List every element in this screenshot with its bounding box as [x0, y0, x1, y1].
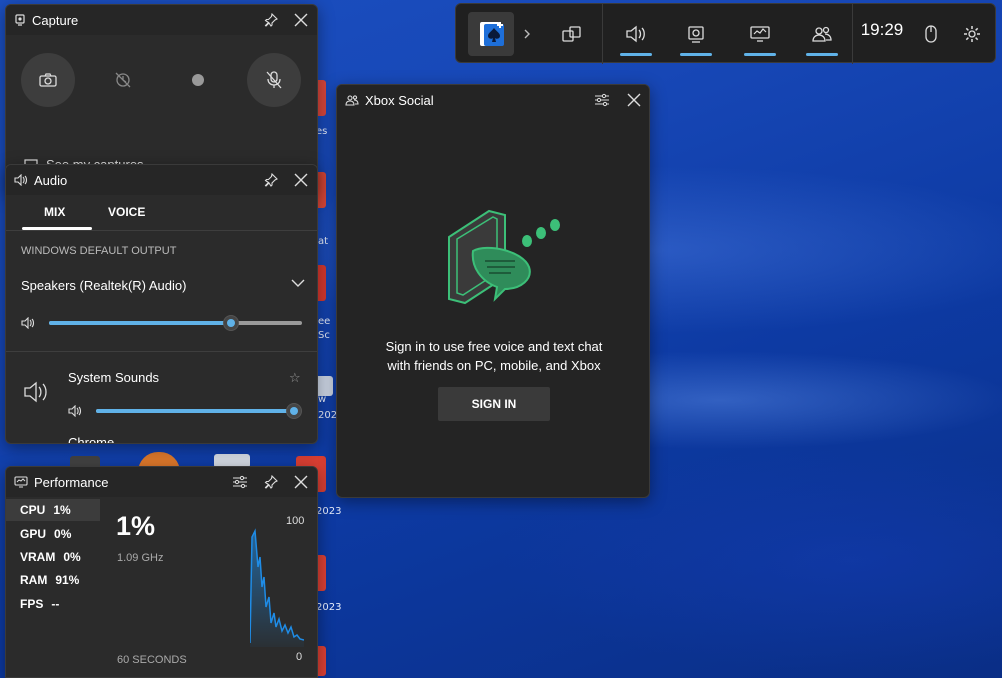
app-name: Chrome	[68, 435, 115, 444]
tab-mix[interactable]: MIX	[44, 205, 65, 219]
speaker-icon	[14, 174, 28, 186]
system-sounds-volume-fill	[96, 409, 294, 413]
capture-icon	[688, 26, 704, 43]
chevron-down-icon	[291, 279, 305, 287]
cpu-usage-big-value: 1%	[116, 511, 156, 541]
cpu-frequency: 1.09 GHz	[117, 552, 164, 564]
pin-icon[interactable]	[262, 11, 280, 29]
performance-widget-button[interactable]	[738, 4, 782, 64]
metric-value: 91%	[55, 573, 80, 587]
sign-in-message: Sign in to use free voice and text chat …	[337, 337, 649, 375]
start-recording-button[interactable]	[171, 53, 225, 107]
metric-row-ram[interactable]: RAM 91%	[6, 569, 100, 591]
app-name: System Sounds	[68, 370, 160, 385]
sign-in-button[interactable]: SIGN IN	[438, 387, 550, 421]
clock: 19:29	[860, 20, 904, 39]
desktop-icon-label: 2023	[316, 602, 342, 613]
close-icon[interactable]	[292, 473, 310, 491]
metric-label: CPU	[20, 503, 46, 517]
game-bar: 19:29	[455, 3, 996, 64]
screenshot-button[interactable]	[21, 53, 75, 107]
expand-chevron-icon[interactable]	[516, 4, 538, 64]
metric-row-cpu[interactable]: CPU 1%	[6, 499, 100, 521]
friends-icon	[345, 95, 359, 106]
widget-menu-button[interactable]	[552, 4, 592, 64]
performance-header[interactable]: Performance	[6, 467, 317, 497]
metric-label: RAM	[20, 573, 48, 587]
desktop-icon-label: at	[318, 236, 329, 247]
system-sounds-volume-slider[interactable]	[96, 403, 302, 419]
performance-monitor-icon	[14, 476, 28, 488]
capture-title: Capture	[32, 12, 79, 28]
game-bar-logo[interactable]	[468, 12, 514, 56]
audio-widget: Audio MIX VOICE WINDOWS DEFAULT OUTPUT S…	[5, 164, 318, 444]
metric-row-vram[interactable]: VRAM 0%	[6, 546, 100, 568]
metric-row-fps[interactable]: FPS --	[6, 593, 100, 615]
solitaire-app-icon	[480, 22, 504, 46]
speaker-icon	[68, 405, 82, 417]
close-icon[interactable]	[292, 11, 310, 29]
metric-value: 0%	[54, 527, 72, 541]
audio-header[interactable]: Audio	[6, 165, 317, 195]
capture-widget-button[interactable]	[676, 4, 716, 64]
settings-gear-icon[interactable]	[956, 4, 988, 64]
sign-in-message-line-2: with friends on PC, mobile, and Xbox	[387, 358, 601, 373]
metric-label: FPS	[20, 597, 44, 611]
system-sounds-speaker-icon	[24, 381, 47, 403]
widget-menu-icon	[562, 26, 581, 42]
desktop-icon-label: 2023	[316, 506, 342, 517]
master-volume-slider[interactable]	[49, 315, 302, 331]
pin-icon[interactable]	[262, 473, 280, 491]
close-icon[interactable]	[625, 91, 643, 109]
graph-max-label: 100	[286, 515, 305, 527]
performance-title: Performance	[34, 474, 109, 490]
output-device-name: Speakers (Realtek(R) Audio)	[21, 278, 187, 293]
close-icon[interactable]	[292, 171, 310, 189]
speaker-icon	[626, 25, 645, 43]
graph-span-label: 60 SECONDS	[117, 654, 187, 666]
metric-value: 0%	[63, 550, 81, 564]
record-last-button[interactable]	[96, 53, 150, 107]
audio-title: Audio	[34, 172, 68, 188]
metric-row-gpu[interactable]: GPU 0%	[6, 523, 100, 545]
xbox-social-title: Xbox Social	[365, 92, 434, 108]
metric-label: VRAM	[20, 550, 56, 564]
master-volume-thumb[interactable]	[223, 315, 240, 331]
tab-voice[interactable]: VOICE	[108, 205, 145, 219]
desktop-icon-label: Sc	[318, 330, 330, 341]
xbox-social-widget-button[interactable]	[802, 4, 842, 64]
cpu-usage-graph	[250, 528, 304, 647]
record-dot-icon	[192, 74, 204, 86]
social-chat-illustration	[448, 209, 560, 305]
options-sliders-icon[interactable]	[231, 473, 249, 491]
mic-off-icon	[266, 71, 282, 89]
speaker-icon	[21, 317, 35, 329]
desktop-icon-label: w	[318, 394, 327, 405]
master-volume-fill	[49, 321, 232, 325]
friends-icon	[812, 26, 832, 42]
metric-value: --	[51, 597, 60, 611]
camera-icon	[39, 73, 57, 87]
performance-widget: Performance CPU 1% GPU 0% VRAM 0% RAM 91% FP…	[5, 466, 318, 678]
pin-icon[interactable]	[262, 171, 280, 189]
capture-header[interactable]: Capture	[6, 5, 317, 35]
graph-min-label: 0	[296, 651, 303, 663]
mic-toggle-button[interactable]	[247, 53, 301, 107]
windows-default-output-label: WINDOWS DEFAULT OUTPUT	[21, 245, 177, 257]
performance-monitor-icon	[750, 26, 770, 42]
system-sounds-volume-thumb[interactable]	[286, 403, 302, 419]
sign-in-message-line-1: Sign in to use free voice and text chat	[385, 339, 603, 354]
audio-widget-button[interactable]	[616, 4, 656, 64]
record-last-disabled-icon	[115, 72, 131, 88]
desktop-icon-label: ee	[318, 316, 331, 327]
xbox-social-header[interactable]: Xbox Social	[337, 85, 649, 115]
metric-label: GPU	[20, 527, 47, 541]
xbox-social-widget: Xbox Social Sign in to use free voice an…	[336, 84, 650, 498]
favorite-star-icon[interactable]: ☆	[289, 371, 301, 386]
output-device-dropdown[interactable]: Speakers (Realtek(R) Audio)	[21, 275, 305, 295]
capture-icon	[15, 14, 25, 26]
mouse-icon[interactable]	[918, 4, 944, 64]
options-sliders-icon[interactable]	[593, 91, 611, 109]
metric-value: 1%	[53, 503, 71, 517]
